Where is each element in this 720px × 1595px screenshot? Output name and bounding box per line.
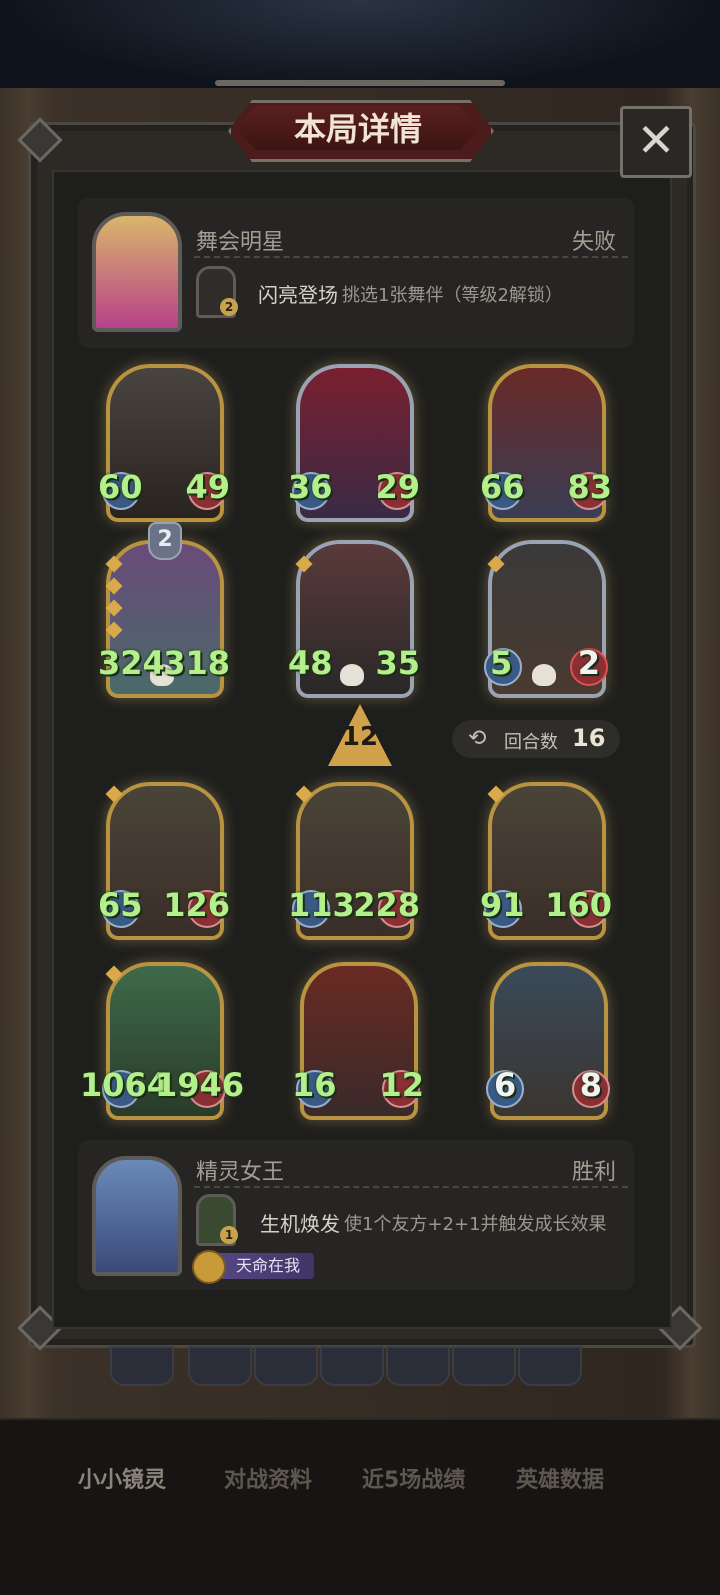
tavern-level: 12 [341,722,379,752]
close-button[interactable]: ✕ [620,106,692,178]
page-title: 本局详情 [293,110,422,148]
unit-card[interactable]: 60 49 [98,364,230,522]
player-skill-desc: 使1个友方+2+1并触发成长效果 [344,1214,607,1235]
refresh-icon: ⟲ [468,726,487,751]
hand-card[interactable] [110,1346,174,1386]
unit-card[interactable]: 113 228 [288,782,420,940]
skill-level-badge: 2 [220,298,238,316]
unit-health: 49 [185,468,230,506]
unit-health: 318 [163,644,230,682]
unit-attack: 324 [98,644,165,682]
unit-card[interactable]: 1064 1946 [80,962,244,1120]
tab-recent-5[interactable]: 近5场战绩 [362,1462,465,1494]
star-gem: 2 [148,522,182,560]
player-name: 精灵女王 [196,1160,285,1185]
skill-level-badge: 1 [220,1226,238,1244]
top-background [0,0,720,90]
player-portrait[interactable] [92,1156,182,1276]
opponent-portrait[interactable] [92,212,182,332]
turns-label: 回合数 [504,732,558,753]
skull-icon [340,664,364,686]
hand-card[interactable] [452,1346,516,1386]
unit-health: 228 [353,886,420,924]
unit-health: 1946 [154,1066,244,1104]
opponent-name: 舞会明星 [196,230,285,255]
unit-attack: 16 [292,1066,337,1104]
opponent-result: 失败 [572,230,617,255]
hand-strip [110,1346,610,1386]
unit-card[interactable]: 36 29 [288,364,420,522]
player-skill-name: 生机焕发 [260,1212,340,1236]
skull-icon [532,664,556,686]
hand-card[interactable] [386,1346,450,1386]
unit-card[interactable]: 16 12 [292,962,424,1120]
unit-health: 8 [579,1066,602,1104]
divider [194,1186,628,1188]
unit-health: 2 [577,644,600,682]
unit-card[interactable]: 65 126 [98,782,230,940]
unit-health: 35 [375,644,420,682]
crown-icon [192,1250,226,1284]
player-result: 胜利 [572,1160,617,1185]
unit-health: 12 [379,1066,424,1104]
tab-hero-data[interactable]: 英雄数据 [516,1462,604,1494]
close-icon: ✕ [636,113,676,167]
hand-card[interactable] [518,1346,582,1386]
hand-card[interactable] [320,1346,384,1386]
unit-attack: 36 [288,468,333,506]
unit-health: 83 [567,468,612,506]
unit-card[interactable]: 5 2 [484,540,608,698]
hand-card[interactable] [254,1346,318,1386]
unit-attack: 113 [288,886,355,924]
unit-card[interactable]: 91 160 [480,782,612,940]
tab-battle-info[interactable]: 对战资料 [224,1462,312,1494]
unit-attack: 65 [98,886,143,924]
unit-attack: 6 [494,1066,517,1104]
unit-card[interactable]: 66 83 [480,364,612,522]
turns-count: 16 [572,724,606,752]
unit-health: 160 [545,886,612,924]
hand-card[interactable] [188,1346,252,1386]
divider [194,256,628,258]
turns-indicator: ⟲ 回合数 16 [452,720,620,758]
tavern-level-badge: 12 [328,704,392,766]
unit-attack: 60 [98,468,143,506]
unit-attack: 66 [480,468,525,506]
unit-card[interactable]: 2 324 318 [98,522,230,698]
unit-card[interactable]: 6 8 [486,962,610,1120]
sheet-handle[interactable] [215,80,505,86]
unit-health: 29 [375,468,420,506]
opponent-skill-desc: 挑选1张舞伴（等级2解锁） [342,285,563,306]
unit-card[interactable]: 48 35 [288,540,420,698]
unit-attack: 48 [288,644,333,682]
opponent-skill-name: 闪亮登场 [258,283,338,307]
unit-attack: 91 [480,886,525,924]
bottom-tab-bar [0,1418,720,1595]
unit-health: 126 [163,886,230,924]
unit-attack: 5 [490,644,513,682]
tab-little-mirror[interactable]: 小小镜灵 [78,1462,166,1494]
